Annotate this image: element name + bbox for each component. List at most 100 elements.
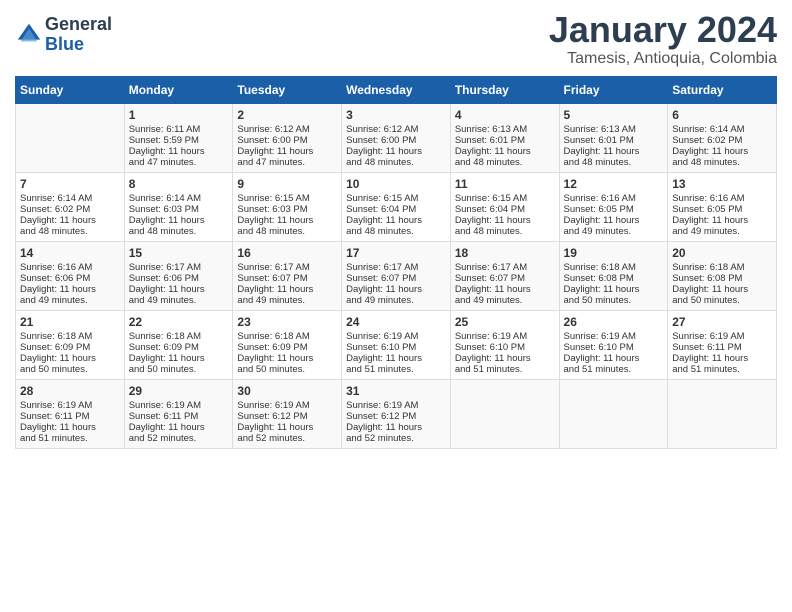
cell-text: and 51 minutes.	[564, 364, 664, 375]
cell-text: Daylight: 11 hours	[672, 284, 772, 295]
cell-text: Sunset: 6:03 PM	[129, 204, 229, 215]
day-number: 27	[672, 315, 772, 329]
day-number: 24	[346, 315, 446, 329]
logo: General Blue	[15, 15, 112, 55]
cell-text: Sunrise: 6:17 AM	[129, 262, 229, 273]
cell-text: Daylight: 11 hours	[455, 146, 555, 157]
day-number: 23	[237, 315, 337, 329]
cell-text: Sunset: 6:08 PM	[564, 273, 664, 284]
header-cell-friday: Friday	[559, 76, 668, 103]
cell-text: and 52 minutes.	[129, 433, 229, 444]
cell-text: Sunrise: 6:18 AM	[672, 262, 772, 273]
cell-text: and 52 minutes.	[346, 433, 446, 444]
cell-text: Daylight: 11 hours	[20, 353, 120, 364]
cell-text: Sunset: 6:11 PM	[129, 411, 229, 422]
cell-text: Sunset: 6:06 PM	[20, 273, 120, 284]
cell-text: Sunrise: 6:19 AM	[129, 400, 229, 411]
cell-text: Daylight: 11 hours	[346, 215, 446, 226]
cell-text: Daylight: 11 hours	[129, 284, 229, 295]
cell-text: Daylight: 11 hours	[346, 284, 446, 295]
cell-text: Daylight: 11 hours	[20, 422, 120, 433]
cell-text: Sunrise: 6:18 AM	[129, 331, 229, 342]
cell-text: Sunset: 6:01 PM	[564, 135, 664, 146]
cell-text: Daylight: 11 hours	[564, 284, 664, 295]
cell-text: and 52 minutes.	[237, 433, 337, 444]
cell-text: Sunset: 6:02 PM	[672, 135, 772, 146]
day-number: 28	[20, 384, 120, 398]
day-cell: 5Sunrise: 6:13 AMSunset: 6:01 PMDaylight…	[559, 103, 668, 172]
day-number: 13	[672, 177, 772, 191]
cell-text: Daylight: 11 hours	[237, 353, 337, 364]
cell-text: Sunset: 6:07 PM	[455, 273, 555, 284]
cell-text: Daylight: 11 hours	[237, 146, 337, 157]
day-cell: 21Sunrise: 6:18 AMSunset: 6:09 PMDayligh…	[16, 310, 125, 379]
day-number: 6	[672, 108, 772, 122]
cell-text: Sunrise: 6:14 AM	[672, 124, 772, 135]
day-cell: 1Sunrise: 6:11 AMSunset: 5:59 PMDaylight…	[124, 103, 233, 172]
cell-text: Sunset: 6:11 PM	[20, 411, 120, 422]
cell-text: Sunrise: 6:11 AM	[129, 124, 229, 135]
day-number: 2	[237, 108, 337, 122]
cell-text: Sunrise: 6:16 AM	[20, 262, 120, 273]
cell-text: and 50 minutes.	[20, 364, 120, 375]
cell-text: Sunrise: 6:14 AM	[129, 193, 229, 204]
day-cell	[450, 379, 559, 448]
cell-text: Sunrise: 6:16 AM	[564, 193, 664, 204]
cell-text: Daylight: 11 hours	[237, 422, 337, 433]
cell-text: Daylight: 11 hours	[129, 353, 229, 364]
cell-text: and 50 minutes.	[672, 295, 772, 306]
day-cell: 19Sunrise: 6:18 AMSunset: 6:08 PMDayligh…	[559, 241, 668, 310]
cell-text: Daylight: 11 hours	[20, 284, 120, 295]
day-cell: 20Sunrise: 6:18 AMSunset: 6:08 PMDayligh…	[668, 241, 777, 310]
cell-text: Sunset: 5:59 PM	[129, 135, 229, 146]
header-cell-monday: Monday	[124, 76, 233, 103]
day-cell: 16Sunrise: 6:17 AMSunset: 6:07 PMDayligh…	[233, 241, 342, 310]
cell-text: Daylight: 11 hours	[346, 353, 446, 364]
day-cell: 24Sunrise: 6:19 AMSunset: 6:10 PMDayligh…	[342, 310, 451, 379]
day-number: 3	[346, 108, 446, 122]
cell-text: Sunset: 6:00 PM	[237, 135, 337, 146]
cell-text: and 48 minutes.	[129, 226, 229, 237]
cell-text: Sunset: 6:12 PM	[346, 411, 446, 422]
day-number: 18	[455, 246, 555, 260]
cell-text: Sunrise: 6:17 AM	[237, 262, 337, 273]
cell-text: Sunrise: 6:17 AM	[455, 262, 555, 273]
cell-text: Sunrise: 6:14 AM	[20, 193, 120, 204]
cell-text: Sunset: 6:10 PM	[455, 342, 555, 353]
calendar-body: 1Sunrise: 6:11 AMSunset: 5:59 PMDaylight…	[16, 103, 777, 448]
cell-text: and 48 minutes.	[564, 157, 664, 168]
cell-text: Sunrise: 6:13 AM	[564, 124, 664, 135]
day-number: 4	[455, 108, 555, 122]
header-cell-saturday: Saturday	[668, 76, 777, 103]
main-title: January 2024	[549, 10, 777, 50]
logo-text: General Blue	[45, 15, 112, 55]
header-cell-thursday: Thursday	[450, 76, 559, 103]
cell-text: and 49 minutes.	[346, 295, 446, 306]
subtitle: Tamesis, Antioquia, Colombia	[549, 50, 777, 68]
day-cell: 13Sunrise: 6:16 AMSunset: 6:05 PMDayligh…	[668, 172, 777, 241]
day-cell	[16, 103, 125, 172]
cell-text: Daylight: 11 hours	[564, 215, 664, 226]
week-row-1: 1Sunrise: 6:11 AMSunset: 5:59 PMDaylight…	[16, 103, 777, 172]
day-number: 19	[564, 246, 664, 260]
header-cell-tuesday: Tuesday	[233, 76, 342, 103]
cell-text: and 49 minutes.	[455, 295, 555, 306]
cell-text: Sunrise: 6:19 AM	[20, 400, 120, 411]
cell-text: Sunrise: 6:13 AM	[455, 124, 555, 135]
day-number: 5	[564, 108, 664, 122]
cell-text: and 49 minutes.	[672, 226, 772, 237]
header-row: SundayMondayTuesdayWednesdayThursdayFrid…	[16, 76, 777, 103]
day-cell: 31Sunrise: 6:19 AMSunset: 6:12 PMDayligh…	[342, 379, 451, 448]
cell-text: Sunrise: 6:19 AM	[455, 331, 555, 342]
cell-text: and 48 minutes.	[455, 157, 555, 168]
day-cell	[559, 379, 668, 448]
day-number: 22	[129, 315, 229, 329]
cell-text: Sunset: 6:09 PM	[20, 342, 120, 353]
cell-text: Daylight: 11 hours	[672, 353, 772, 364]
cell-text: Sunrise: 6:18 AM	[20, 331, 120, 342]
week-row-3: 14Sunrise: 6:16 AMSunset: 6:06 PMDayligh…	[16, 241, 777, 310]
cell-text: Sunrise: 6:18 AM	[237, 331, 337, 342]
day-number: 30	[237, 384, 337, 398]
day-number: 20	[672, 246, 772, 260]
day-number: 9	[237, 177, 337, 191]
